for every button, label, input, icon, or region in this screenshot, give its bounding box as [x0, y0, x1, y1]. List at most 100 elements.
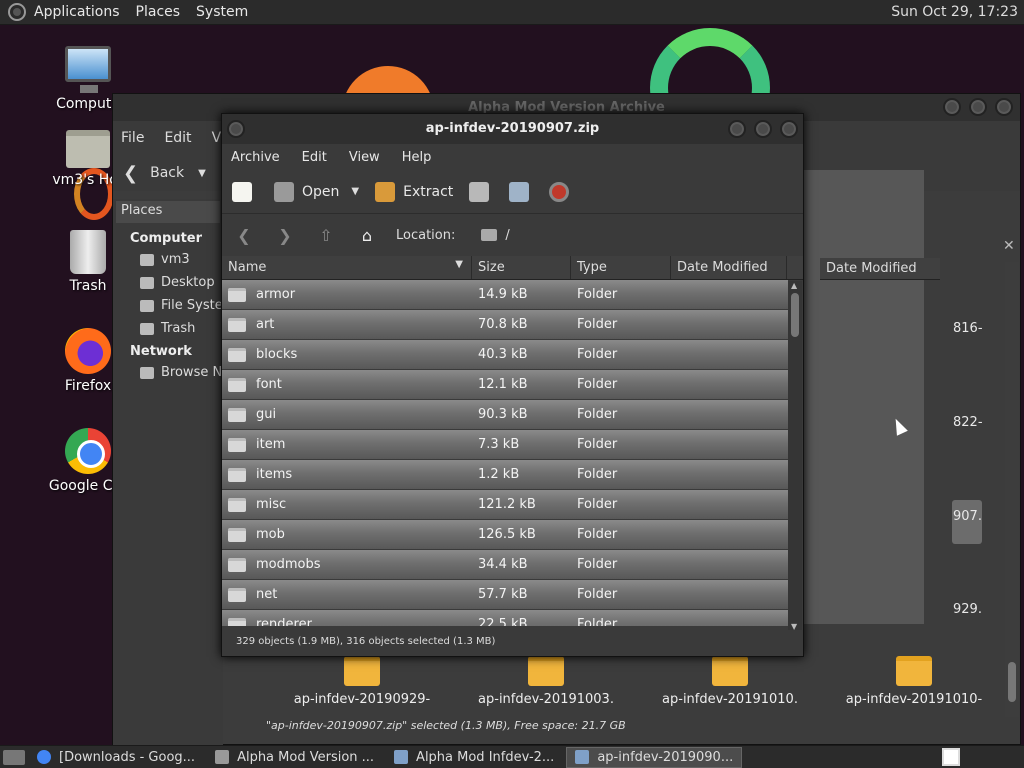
name-cell: net [222, 587, 472, 602]
open-archive-icon[interactable] [274, 181, 294, 202]
back-button[interactable]: ❮ Back ▼ [123, 163, 206, 184]
sidebar-item-browse-network[interactable]: Browse N [113, 359, 223, 382]
archive-icon [344, 656, 380, 686]
file-item[interactable]: ap-infdev-20191010. [640, 656, 820, 707]
table-row[interactable]: items 1.2 kB Folder [222, 460, 788, 490]
home-icon[interactable]: ⌂ [355, 226, 379, 245]
column-header-name[interactable]: Name ▼ [222, 256, 472, 279]
file-name-fragment[interactable]: 907. [953, 509, 982, 524]
archive-titlebar[interactable]: ap-infdev-20190907.zip [222, 114, 803, 144]
column-header-date-modified[interactable]: Date Modified [820, 258, 940, 280]
forward-arrow-icon[interactable]: ❯ [273, 226, 297, 245]
taskbar-item-downloads[interactable]: [Downloads - Goog... [29, 747, 203, 768]
taskbar-item-alpha-mod-infdev[interactable]: Alpha Mod Infdev-2... [386, 747, 562, 768]
table-row[interactable]: item 7.3 kB Folder [222, 430, 788, 460]
table-row[interactable]: gui 90.3 kB Folder [222, 400, 788, 430]
minimize-button[interactable] [728, 120, 746, 138]
table-row[interactable]: modmobs 34.4 kB Folder [222, 550, 788, 580]
extract-button[interactable]: Extract [403, 184, 453, 200]
applications-logo-icon[interactable] [8, 3, 26, 21]
system-menu[interactable]: System [188, 4, 256, 20]
file-name-fragment[interactable]: 929. [953, 602, 982, 617]
sidebar-item-label: Browse N [161, 365, 223, 380]
column-header-type[interactable]: Type [571, 256, 671, 279]
folder-icon [228, 587, 246, 602]
row-name: misc [256, 497, 287, 512]
taskbar-item-ap-infdev[interactable]: ap-infdev-2019090... [566, 746, 743, 768]
menu-view[interactable]: View [349, 150, 380, 165]
task-label: Alpha Mod Infdev-2... [416, 749, 555, 765]
type-cell: Folder [577, 587, 618, 602]
minimize-button[interactable] [943, 98, 961, 116]
chevron-down-icon[interactable]: ▼ [198, 168, 206, 179]
open-button[interactable]: Open [302, 184, 339, 200]
menu-help[interactable]: Help [402, 150, 432, 165]
sidebar-item-vm3[interactable]: vm3 [113, 246, 223, 269]
workspace-switcher[interactable] [942, 748, 960, 766]
archive-icon [712, 656, 748, 686]
type-cell: Folder [577, 557, 618, 572]
sidebar-item-trash[interactable]: Trash [113, 315, 223, 338]
add-folder-icon[interactable] [509, 181, 530, 202]
maximize-button[interactable] [754, 120, 772, 138]
show-desktop-button[interactable] [3, 749, 25, 765]
archive-icon [528, 656, 564, 686]
file-manager-scrollbar[interactable] [1005, 262, 1019, 717]
table-row[interactable]: blocks 40.3 kB Folder [222, 340, 788, 370]
menu-file[interactable]: File [121, 130, 144, 146]
sidebar-item-label: File System [161, 298, 223, 313]
add-files-icon[interactable] [469, 181, 490, 202]
close-icon[interactable]: ✕ [1003, 238, 1015, 254]
scrollbar-thumb[interactable] [791, 293, 799, 337]
applications-menu[interactable]: Applications [26, 4, 128, 20]
trash-icon [140, 322, 154, 335]
table-row[interactable]: armor 14.9 kB Folder [222, 280, 788, 310]
table-row[interactable]: net 57.7 kB Folder [222, 580, 788, 610]
archive-manager-window: ap-infdev-20190907.zip Archive Edit View… [221, 113, 804, 657]
taskbar-item-alpha-mod-version[interactable]: Alpha Mod Version ... [207, 747, 382, 768]
table-row[interactable]: art 70.8 kB Folder [222, 310, 788, 340]
table-row[interactable]: font 12.1 kB Folder [222, 370, 788, 400]
size-cell: 14.9 kB [478, 287, 528, 302]
menu-edit[interactable]: Edit [164, 130, 191, 146]
places-menu[interactable]: Places [128, 4, 189, 20]
type-cell: Folder [577, 467, 618, 482]
type-cell: Folder [577, 497, 618, 512]
row-name: font [256, 377, 282, 392]
maximize-button[interactable] [969, 98, 987, 116]
file-item[interactable]: ap-infdev-20190929- [272, 656, 452, 707]
file-name-fragment[interactable]: 822- [953, 415, 983, 430]
file-item[interactable]: ap-infdev-20191003. [456, 656, 636, 707]
chevron-down-icon[interactable]: ▼ [351, 186, 359, 197]
close-button[interactable] [780, 120, 798, 138]
file-item[interactable]: ap-infdev-20191010- [824, 656, 1004, 707]
file-name-fragment[interactable]: 816- [953, 321, 983, 336]
menu-edit[interactable]: Edit [302, 150, 327, 165]
table-row[interactable]: misc 121.2 kB Folder [222, 490, 788, 520]
up-arrow-icon[interactable]: ⇧ [314, 226, 338, 245]
location-bar: ❮ ❯ ⇧ ⌂ Location: / [222, 214, 803, 256]
back-arrow-icon[interactable]: ❮ [232, 226, 256, 245]
scroll-up-icon[interactable]: ▲ [791, 281, 797, 290]
name-cell: armor [222, 287, 472, 302]
new-archive-icon[interactable] [232, 181, 252, 202]
column-header-date-modified[interactable]: Date Modified [671, 256, 787, 279]
window-menu-button[interactable] [227, 120, 245, 138]
top-panel: Applications Places System Sun Oct 29, 1… [0, 0, 1024, 25]
scrollbar-thumb[interactable] [1008, 662, 1016, 702]
places-selector[interactable]: Places [116, 201, 220, 223]
chrome-icon [65, 428, 111, 474]
extract-icon[interactable] [375, 181, 396, 202]
sidebar-item-desktop[interactable]: Desktop [113, 269, 223, 292]
sidebar-item-file-system[interactable]: File System [113, 292, 223, 315]
clock[interactable]: Sun Oct 29, 17:23 [891, 4, 1018, 20]
table-row[interactable]: renderer 22.5 kB Folder [222, 610, 788, 626]
file-list-scrollbar[interactable]: ▲ ▼ [788, 281, 802, 631]
stop-icon[interactable] [549, 181, 570, 202]
location-path[interactable]: / [505, 228, 509, 243]
table-row[interactable]: mob 126.5 kB Folder [222, 520, 788, 550]
close-button[interactable] [995, 98, 1013, 116]
menu-archive[interactable]: Archive [231, 150, 280, 165]
type-cell: Folder [577, 287, 618, 302]
column-header-size[interactable]: Size [472, 256, 571, 279]
